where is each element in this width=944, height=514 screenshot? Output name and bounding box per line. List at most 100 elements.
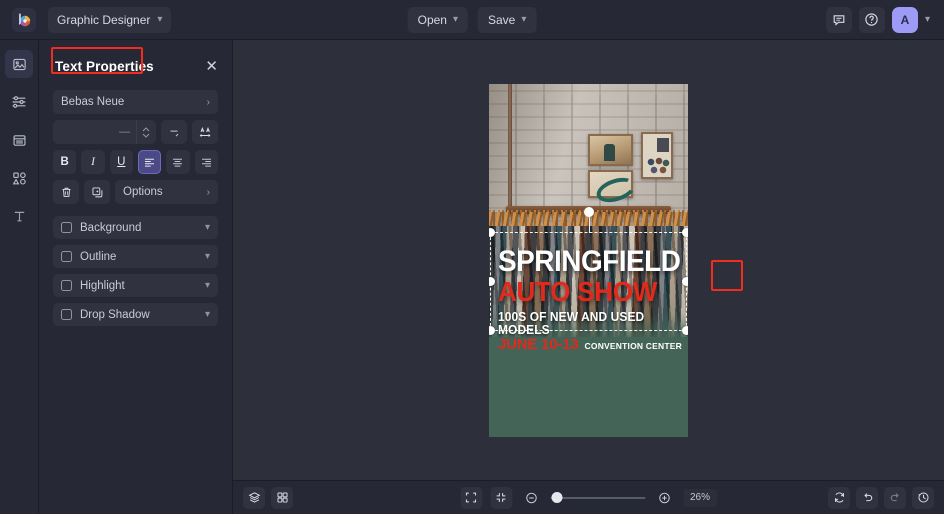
account-chevron-down-icon[interactable]: ▾	[925, 14, 930, 25]
background-checkbox[interactable]	[61, 222, 72, 233]
poster-date-row[interactable]: JUNE 10-13 CONVENTION CENTER	[498, 336, 682, 353]
align-left-icon[interactable]	[137, 150, 162, 174]
italic-button[interactable]: I	[81, 150, 105, 174]
minus-circle-icon[interactable]	[520, 487, 542, 509]
header-right-actions: A ▾	[825, 6, 934, 33]
poster-subhead[interactable]: AUTO SHOW	[498, 277, 657, 306]
color-wheel-logo-icon[interactable]	[12, 7, 36, 32]
actions-row: Options ›	[53, 180, 218, 204]
chevron-down-icon[interactable]: ▾	[205, 309, 210, 320]
zoom-slider[interactable]	[549, 491, 645, 505]
drop-shadow-checkbox[interactable]	[61, 309, 72, 320]
font-family-select[interactable]: Bebas Neue ›	[53, 90, 218, 114]
bold-button[interactable]: B	[53, 150, 77, 174]
outline-checkbox[interactable]	[61, 251, 72, 262]
canvas-area[interactable]: SPRINGFIELD AUTO SHOW 100S OF NEW AND US…	[233, 40, 944, 514]
grid-icon[interactable]	[271, 486, 293, 509]
align-right-icon[interactable]	[194, 150, 218, 174]
font-family-row: Bebas Neue ›	[53, 90, 218, 114]
history-icon[interactable]	[912, 486, 934, 509]
effect-label: Outline	[80, 250, 117, 263]
close-icon[interactable]: ✕	[205, 59, 218, 74]
letter-spacing-icon[interactable]	[192, 120, 218, 144]
font-size-stepper[interactable]	[136, 120, 150, 144]
poster-venue: CONVENTION CENTER	[584, 340, 682, 351]
duplicate-icon[interactable]	[84, 180, 110, 204]
effect-background[interactable]: Background ▾	[53, 216, 218, 239]
avatar-initial: A	[900, 12, 910, 27]
font-size-input[interactable]: —	[53, 120, 156, 144]
tool-rail	[0, 40, 39, 514]
save-button[interactable]: Save ▾	[478, 6, 537, 33]
underline-button[interactable]: U	[109, 150, 133, 174]
sidebar-item-adjustments[interactable]	[5, 88, 33, 116]
app-root: Graphic Designer ▾ Open ▾ Save ▾ A ▾ Tex…	[0, 0, 944, 514]
chevron-down-icon: ▾	[521, 14, 527, 25]
help-circle-icon[interactable]	[858, 6, 885, 33]
app-body: Text Properties ✕ Bebas Neue › — B I U O…	[0, 40, 944, 514]
font-size-value: —	[119, 126, 130, 138]
expand-frame-icon[interactable]	[459, 486, 482, 509]
history-controls	[828, 486, 934, 509]
chevron-right-icon: ›	[206, 96, 210, 108]
project-name: Graphic Designer	[57, 12, 151, 27]
poster-headline[interactable]: SPRINGFIELD	[498, 246, 681, 277]
poster-design[interactable]: SPRINGFIELD AUTO SHOW 100S OF NEW AND US…	[489, 83, 688, 437]
highlight-checkbox[interactable]	[61, 280, 72, 291]
text-properties-panel: Text Properties ✕ Bebas Neue › — B I U O…	[39, 40, 233, 514]
text-style-row: B I U	[53, 150, 218, 174]
bottom-toolbar: 26%	[233, 480, 944, 514]
options-button[interactable]: Options ›	[115, 180, 218, 204]
collapse-frame-icon[interactable]	[489, 486, 512, 509]
chevron-down-icon[interactable]: ▾	[205, 251, 210, 262]
effect-drop-shadow[interactable]: Drop Shadow ▾	[53, 303, 218, 326]
framed-artwork-1	[588, 133, 633, 166]
open-label: Open	[417, 12, 447, 27]
project-selector[interactable]: Graphic Designer ▾	[48, 6, 172, 33]
open-button[interactable]: Open ▾	[407, 6, 468, 33]
chevron-down-icon[interactable]: ▾	[205, 222, 210, 233]
italic-label: I	[91, 156, 95, 168]
poster-tagline[interactable]: 100S OF NEW AND USED MODELS	[498, 310, 673, 336]
align-center-icon[interactable]	[166, 150, 190, 174]
zoom-slider-track	[549, 496, 645, 499]
sidebar-item-elements[interactable]	[5, 164, 33, 192]
chevron-down-icon: ▾	[452, 14, 458, 25]
comment-icon[interactable]	[825, 6, 852, 33]
trash-icon[interactable]	[53, 180, 79, 204]
effect-highlight[interactable]: Highlight ▾	[53, 274, 218, 297]
header-center-actions: Open ▾ Save ▾	[407, 6, 537, 33]
panel-body: Bebas Neue › — B I U Options › Backgroun…	[39, 80, 232, 326]
sidebar-item-text[interactable]	[5, 202, 33, 230]
plus-circle-icon[interactable]	[653, 487, 675, 509]
effects-list: Background ▾ Outline ▾ Highlight ▾ Drop …	[53, 216, 218, 326]
font-family-value: Bebas Neue	[61, 96, 125, 108]
effect-label: Background	[80, 221, 142, 234]
refresh-icon[interactable]	[828, 486, 850, 509]
line-height-icon[interactable]	[161, 120, 187, 144]
save-label: Save	[488, 12, 516, 27]
chevron-down-icon[interactable]: ▾	[205, 280, 210, 291]
avatar[interactable]: A	[891, 6, 918, 33]
effect-outline[interactable]: Outline ▾	[53, 245, 218, 268]
zoom-slider-knob[interactable]	[550, 492, 562, 503]
options-label: Options	[123, 186, 163, 198]
wall-pipe	[508, 83, 512, 209]
layers-icon[interactable]	[243, 486, 265, 509]
zoom-controls: 26%	[459, 486, 718, 509]
sidebar-item-media[interactable]	[5, 50, 33, 78]
underline-label: U	[117, 156, 126, 168]
bottom-left-group	[243, 486, 293, 509]
effect-label: Drop Shadow	[80, 308, 150, 321]
framed-artwork-3	[641, 131, 673, 179]
zoom-level[interactable]: 26%	[682, 488, 718, 507]
effect-label: Highlight	[80, 279, 125, 292]
app-header: Graphic Designer ▾ Open ▾ Save ▾ A ▾	[0, 0, 944, 40]
poster-date: JUNE 10-13	[498, 335, 579, 353]
undo-icon[interactable]	[856, 486, 878, 509]
bold-label: B	[60, 156, 69, 168]
font-metrics-row: —	[53, 120, 218, 144]
sidebar-item-layout[interactable]	[5, 126, 33, 154]
redo-icon[interactable]	[884, 486, 906, 509]
panel-header: Text Properties ✕	[39, 47, 232, 80]
